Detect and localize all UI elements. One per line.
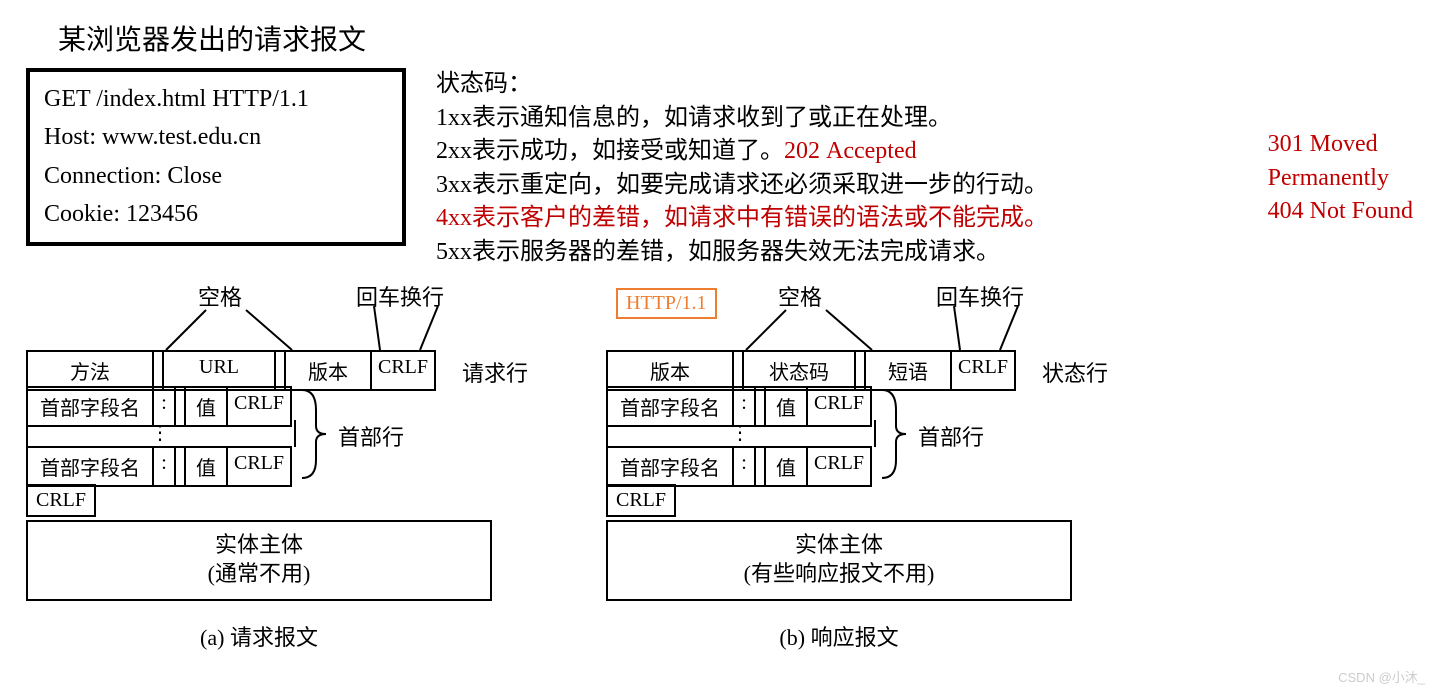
- request-line-1: GET /index.html HTTP/1.1: [44, 80, 388, 118]
- diagram-pair: 空格 回车换行 方法 URL 版本 CRLF 请求行 首部字段名 : 值 CRL…: [26, 280, 1421, 680]
- header-ellipsis: ⋮: [26, 420, 296, 447]
- top-row: GET /index.html HTTP/1.1 Host: www.test.…: [12, 68, 1421, 270]
- http-version-box: HTTP/1.1: [616, 288, 717, 319]
- cell-crlf-empty: CRLF: [606, 484, 676, 517]
- request-diagram: 空格 回车换行 方法 URL 版本 CRLF 请求行 首部字段名 : 值 CRL…: [26, 280, 546, 680]
- cell-url: URL: [162, 350, 276, 391]
- codes-5xx: 5xx表示服务器的差错，如服务器失效无法完成请求。: [436, 236, 1048, 270]
- codes-3xx: 3xx表示重定向，如要完成请求还必须采取进一步的行动。: [436, 169, 1048, 203]
- cell-value: 值: [184, 446, 228, 487]
- codes-4xx: 4xx表示客户的差错，如请求中有错误的语法或不能完成。: [436, 202, 1048, 236]
- label-space: 空格: [778, 280, 822, 312]
- label-reqline: 请求行: [462, 356, 528, 388]
- caption-a: (a) 请求报文: [26, 620, 492, 652]
- cell-hname: 首部字段名: [26, 446, 154, 487]
- label-statusline: 状态行: [1042, 356, 1108, 388]
- label-headers: 首部行: [918, 420, 984, 452]
- cell-crlf: CRLF: [370, 350, 436, 391]
- cell-method: 方法: [26, 350, 154, 391]
- cell-crlf: CRLF: [806, 446, 872, 487]
- cell-colon: :: [732, 446, 756, 487]
- http-request-box: GET /index.html HTTP/1.1 Host: www.test.…: [26, 68, 406, 246]
- cell-crlf: CRLF: [950, 350, 1016, 391]
- cell-status: 状态码: [742, 350, 856, 391]
- cell-phrase: 短语: [864, 350, 952, 391]
- request-line-4: Cookie: 123456: [44, 195, 388, 233]
- body-b: 实体主体 (有些响应报文不用): [606, 520, 1072, 601]
- cell-crlf-empty: CRLF: [26, 484, 96, 517]
- label-headers: 首部行: [338, 420, 404, 452]
- label-space: 空格: [198, 280, 242, 312]
- cell-crlf: CRLF: [226, 446, 292, 487]
- cell-colon: :: [152, 446, 176, 487]
- request-line-3: Connection: Close: [44, 157, 388, 195]
- watermark: CSDN @小沐_: [1338, 667, 1425, 686]
- request-line-2: Host: www.test.edu.cn: [44, 118, 388, 156]
- cell-hname: 首部字段名: [606, 446, 734, 487]
- codes-2xx: 2xx表示成功，如接受或知道了。202 Accepted: [436, 135, 1048, 169]
- side-examples: 301 Moved Permanently 404 Not Found: [1268, 128, 1413, 229]
- codes-heading: 状态码：: [436, 68, 1048, 102]
- cell-version: 版本: [606, 350, 734, 391]
- response-diagram: HTTP/1.1 空格 回车换行 版本 状态码 短语 CRLF 状态行 首部字段…: [606, 280, 1126, 680]
- codes-1xx: 1xx表示通知信息的，如请求收到了或正在处理。: [436, 102, 1048, 136]
- page-title: 某浏览器发出的请求报文: [58, 18, 1421, 58]
- label-crlf-word: 回车换行: [936, 280, 1024, 312]
- label-crlf-word: 回车换行: [356, 280, 444, 312]
- header-ellipsis: ⋮: [606, 420, 876, 447]
- cell-value: 值: [764, 446, 808, 487]
- caption-b: (b) 响应报文: [606, 620, 1072, 652]
- cell-version: 版本: [284, 350, 372, 391]
- status-codes: 状态码： 1xx表示通知信息的，如请求收到了或正在处理。 2xx表示成功，如接受…: [436, 68, 1048, 270]
- body-a: 实体主体 (通常不用): [26, 520, 492, 601]
